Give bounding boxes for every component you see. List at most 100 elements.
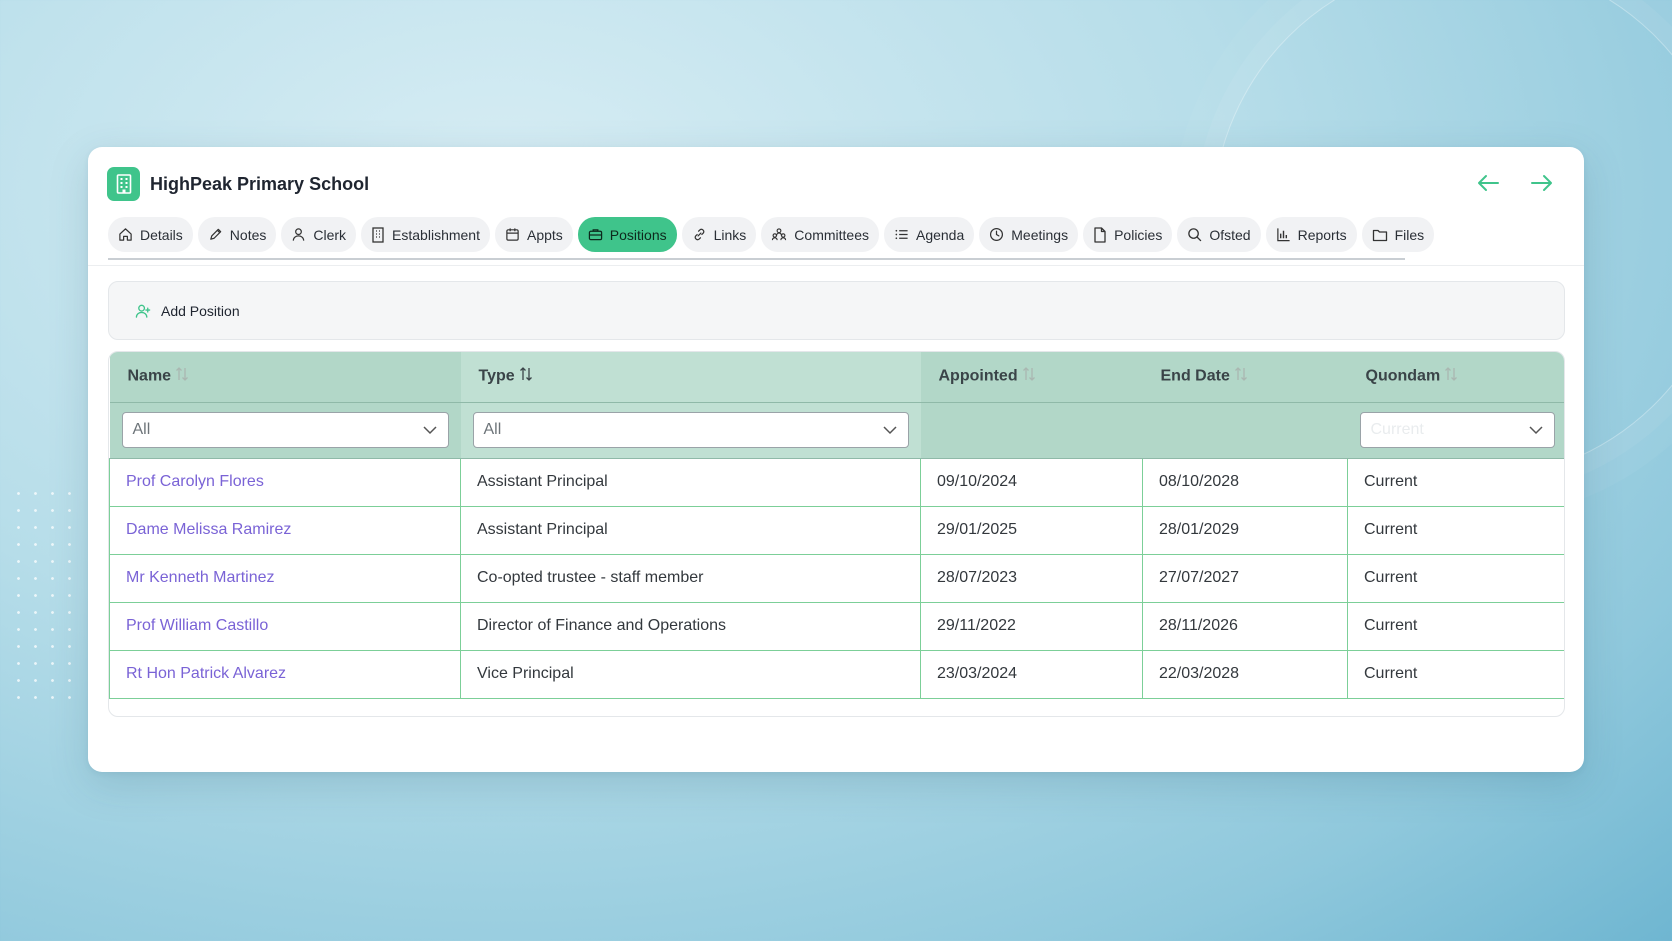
chevron-down-icon xyxy=(422,426,437,435)
tab-links[interactable]: Links xyxy=(681,217,757,252)
tab-committees[interactable]: Committees xyxy=(761,217,879,252)
document-icon xyxy=(1094,226,1106,243)
sort-icon[interactable] xyxy=(1234,366,1248,387)
cell-quondam: Current xyxy=(1347,601,1564,650)
column-header-type[interactable]: Type xyxy=(460,352,921,403)
table-row[interactable]: Mr Kenneth Martinez Co-opted trustee - s… xyxy=(109,553,1564,602)
tab-ofsted[interactable]: Ofsted xyxy=(1177,217,1261,252)
arrow-right-icon[interactable] xyxy=(1528,169,1556,197)
tab-details[interactable]: Details xyxy=(108,217,193,252)
tab-agenda[interactable]: Agenda xyxy=(883,217,975,252)
tab-notes[interactable]: Notes xyxy=(197,217,277,252)
tab-label: Positions xyxy=(609,226,667,243)
tab-establishment[interactable]: Establishment xyxy=(361,217,490,252)
person-link[interactable]: Prof Carolyn Flores xyxy=(126,473,264,490)
cell-type: Director of Finance and Operations xyxy=(460,601,921,650)
home-icon xyxy=(119,228,132,241)
filter-cell-type: All xyxy=(460,402,921,459)
cell-appointed: 29/11/2022 xyxy=(920,601,1143,650)
cell-type: Vice Principal xyxy=(460,649,921,699)
table-row[interactable]: Rt Hon Patrick Alvarez Vice Principal 23… xyxy=(109,649,1564,699)
user-icon xyxy=(293,228,305,241)
calendar-icon xyxy=(506,228,519,241)
tab-label: Notes xyxy=(229,226,267,243)
column-header-name[interactable]: Name xyxy=(109,352,461,403)
cell-end-date: 28/11/2026 xyxy=(1142,601,1348,650)
sort-icon[interactable] xyxy=(1444,366,1458,387)
cell-name[interactable]: Prof Carolyn Flores xyxy=(109,457,461,506)
tab-label: Policies xyxy=(1114,226,1163,243)
type-filter-select[interactable]: All xyxy=(472,412,909,448)
chevron-down-icon xyxy=(1528,426,1543,435)
arrow-left-icon[interactable] xyxy=(1474,169,1502,197)
app-window: HighPeak Primary School Details Notes Cl… xyxy=(88,147,1584,772)
table-row[interactable]: Prof Carolyn Flores Assistant Principal … xyxy=(109,457,1564,506)
person-link[interactable]: Rt Hon Patrick Alvarez xyxy=(126,665,286,682)
sort-icon[interactable] xyxy=(519,366,533,387)
column-header-quondam[interactable]: Quondam xyxy=(1347,352,1564,403)
table-row[interactable]: Prof William Castillo Director of Financ… xyxy=(109,601,1564,650)
tab-files[interactable]: Files xyxy=(1361,217,1435,252)
tab-positions[interactable]: Positions xyxy=(577,217,677,252)
tab-label: Reports xyxy=(1297,226,1347,243)
sort-icon[interactable] xyxy=(175,366,189,387)
tab-policies[interactable]: Policies xyxy=(1083,217,1173,252)
sort-icon[interactable] xyxy=(1022,366,1036,387)
positions-grid: Name Type Appointed End Date Quondam All xyxy=(108,351,1565,717)
cell-end-date: 22/03/2028 xyxy=(1142,649,1348,699)
chevron-down-icon xyxy=(882,426,897,435)
header-divider xyxy=(88,265,1584,266)
building-icon xyxy=(107,167,140,201)
positions-table: Name Type Appointed End Date Quondam All xyxy=(109,352,1564,699)
tab-label: Files xyxy=(1394,226,1425,243)
person-link[interactable]: Prof William Castillo xyxy=(126,617,268,634)
table-row[interactable]: Dame Melissa Ramirez Assistant Principal… xyxy=(109,505,1564,554)
people-icon xyxy=(772,228,787,241)
cell-quondam: Current xyxy=(1347,649,1564,699)
tab-label: Meetings xyxy=(1011,226,1069,243)
tab-reports[interactable]: Reports xyxy=(1265,217,1357,252)
list-icon xyxy=(895,229,908,240)
bar-chart-icon xyxy=(1276,228,1290,242)
quondam-filter-select[interactable]: Current xyxy=(1359,412,1555,448)
cell-end-date: 28/01/2029 xyxy=(1142,505,1348,554)
title-bar: HighPeak Primary School xyxy=(107,167,369,201)
toolbar: Add Position xyxy=(108,281,1565,340)
person-link[interactable]: Mr Kenneth Martinez xyxy=(126,569,275,586)
tab-label: Agenda xyxy=(915,226,965,243)
tab-clerk[interactable]: Clerk xyxy=(281,217,357,252)
cell-appointed: 09/10/2024 xyxy=(920,457,1143,506)
cell-quondam: Current xyxy=(1347,457,1564,506)
name-filter-select[interactable]: All xyxy=(121,412,449,448)
column-header-end-date[interactable]: End Date xyxy=(1142,352,1348,403)
folder-icon xyxy=(1372,229,1387,241)
tab-label: Ofsted xyxy=(1209,226,1251,243)
cell-name[interactable]: Mr Kenneth Martinez xyxy=(109,553,461,602)
cell-type: Assistant Principal xyxy=(460,505,921,554)
tab-meetings[interactable]: Meetings xyxy=(979,217,1079,252)
cell-end-date: 27/07/2027 xyxy=(1142,553,1348,602)
link-icon xyxy=(694,228,704,241)
cell-name[interactable]: Rt Hon Patrick Alvarez xyxy=(109,649,461,699)
pencil-icon xyxy=(210,228,222,240)
page-title: HighPeak Primary School xyxy=(150,173,370,194)
add-position-button[interactable]: Add Position xyxy=(135,303,240,319)
cell-quondam: Current xyxy=(1347,553,1564,602)
cell-appointed: 23/03/2024 xyxy=(920,649,1143,699)
cell-quondam: Current xyxy=(1347,505,1564,554)
tab-label: Clerk xyxy=(313,226,347,243)
cell-name[interactable]: Dame Melissa Ramirez xyxy=(109,505,461,554)
tab-appts[interactable]: Appts xyxy=(494,217,573,252)
cell-type: Co-opted trustee - staff member xyxy=(460,553,921,602)
cell-type: Assistant Principal xyxy=(460,457,921,506)
user-plus-icon xyxy=(135,304,151,318)
column-header-appointed[interactable]: Appointed xyxy=(920,352,1143,403)
filter-cell-appointed xyxy=(920,402,1143,459)
header-row: Name Type Appointed End Date Quondam xyxy=(109,352,1564,403)
tab-label: Appts xyxy=(526,226,563,243)
tab-label: Committees xyxy=(794,226,869,243)
nav-arrows xyxy=(1474,169,1556,197)
person-link[interactable]: Dame Melissa Ramirez xyxy=(126,521,291,538)
cell-name[interactable]: Prof William Castillo xyxy=(109,601,461,650)
filter-cell-end-date xyxy=(1142,402,1348,459)
